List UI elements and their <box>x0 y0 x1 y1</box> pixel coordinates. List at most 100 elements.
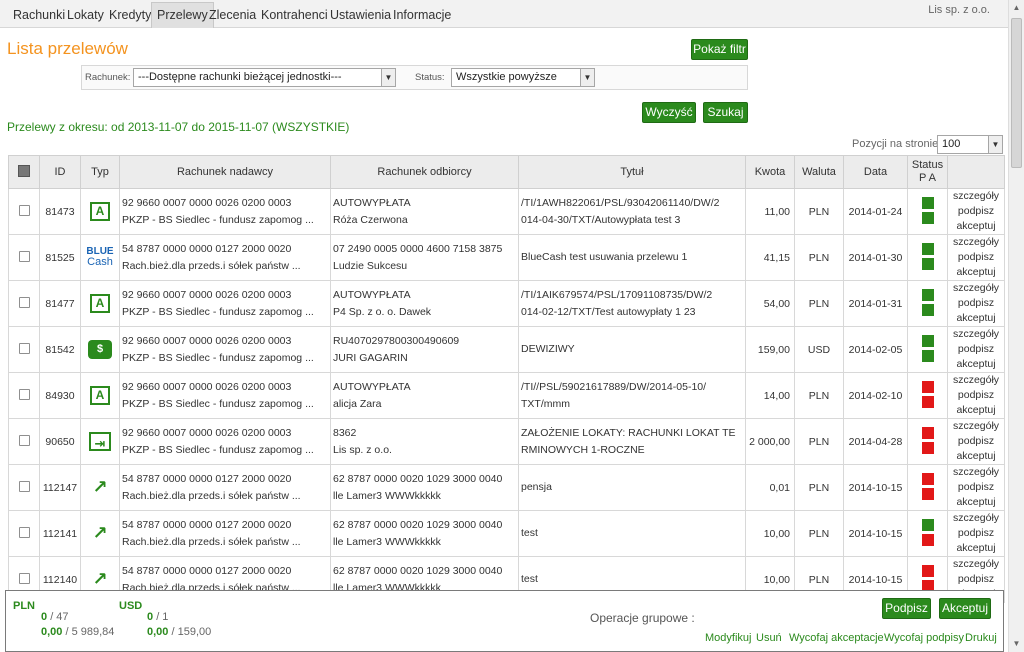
details-link[interactable]: szczegóły <box>953 466 999 478</box>
row-checkbox[interactable] <box>18 250 30 262</box>
details-link[interactable]: szczegóły <box>953 236 999 248</box>
details-link[interactable]: szczegóły <box>953 328 999 340</box>
tab-rachunki[interactable]: Rachunki <box>8 3 70 27</box>
row-checkbox[interactable] <box>18 204 30 216</box>
accept-link[interactable]: akceptuj <box>956 542 995 554</box>
clear-button[interactable]: Wyczyść <box>642 102 696 123</box>
show-filter-button[interactable]: Pokaż filtr <box>691 39 748 60</box>
row-id: 81473 <box>39 188 81 235</box>
sign-link[interactable]: podpisz <box>958 251 994 263</box>
table-row[interactable]: 81525 BLUE Cash 54 8787 0000 0000 0127 2000… <box>8 234 1005 281</box>
header-id[interactable]: ID <box>39 155 81 189</box>
accept-link[interactable]: akceptuj <box>956 358 995 370</box>
header-select-all[interactable] <box>8 155 40 189</box>
sign-link[interactable]: podpisz <box>958 389 994 401</box>
row-select-cell[interactable] <box>8 372 40 419</box>
search-button[interactable]: Szukaj <box>703 102 748 123</box>
tab-zlecenia[interactable]: Zlecenia <box>204 3 261 27</box>
sender-name: PKZP - BS Siedlec - fundusz zapomog ... <box>122 443 314 456</box>
select-all-checkbox[interactable] <box>18 164 30 177</box>
modify-link[interactable]: Modyfikuj <box>705 632 751 644</box>
chevron-down-icon[interactable]: ▼ <box>580 69 594 86</box>
chevron-down-icon[interactable]: ▼ <box>988 136 1002 153</box>
sign-link[interactable]: podpisz <box>958 205 994 217</box>
row-checkbox[interactable] <box>18 342 30 354</box>
sender-account: 92 9660 0007 0000 0026 0200 0003 <box>122 288 292 301</box>
scroll-up-arrow-icon[interactable]: ▲ <box>1009 0 1024 16</box>
chevron-down-icon[interactable]: ▼ <box>381 69 395 86</box>
details-link[interactable]: szczegóły <box>953 374 999 386</box>
row-select-cell[interactable] <box>8 280 40 327</box>
header-type[interactable]: Typ <box>80 155 120 189</box>
delete-link[interactable]: Usuń <box>756 632 782 644</box>
tab-kredyty[interactable]: Kredyty <box>104 3 156 27</box>
sign-link[interactable]: podpisz <box>958 297 994 309</box>
row-receiver: 62 8787 0000 0020 1029 3000 0040 lle Lame… <box>330 464 519 511</box>
details-link[interactable]: szczegóły <box>953 282 999 294</box>
tab-ustawienia[interactable]: Ustawienia <box>325 3 396 27</box>
header-title[interactable]: Tytuł <box>518 155 746 189</box>
table-row[interactable]: 112141 ↗ 54 8787 0000 0000 0127 2000 0020 R… <box>8 510 1005 557</box>
accept-link[interactable]: akceptuj <box>956 220 995 232</box>
header-sender[interactable]: Rachunek nadawcy <box>119 155 331 189</box>
row-date: 2014-02-10 <box>843 372 908 419</box>
header-receiver[interactable]: Rachunek odbiorcy <box>330 155 519 189</box>
header-date[interactable]: Data <box>843 155 908 189</box>
accept-button[interactable]: Akceptuj <box>939 598 991 619</box>
accept-link[interactable]: akceptuj <box>956 496 995 508</box>
tab-kontrahenci[interactable]: Kontrahenci <box>256 3 333 27</box>
scroll-down-arrow-icon[interactable]: ▼ <box>1009 636 1024 652</box>
account-select[interactable]: ---Dostępne rachunki bieżącej jednostki-… <box>133 68 396 87</box>
header-amount[interactable]: Kwota <box>745 155 795 189</box>
table-row[interactable]: 81542 $92 9660 0007 0000 0026 0200 0003 PK… <box>8 326 1005 373</box>
tab-lokaty[interactable]: Lokaty <box>62 3 109 27</box>
row-select-cell[interactable] <box>8 188 40 235</box>
row-checkbox[interactable] <box>18 572 30 584</box>
accept-link[interactable]: akceptuj <box>956 266 995 278</box>
table-row[interactable]: 81473 A 92 9660 0007 0000 0026 0200 0003 PK… <box>8 188 1005 235</box>
row-status <box>907 418 948 465</box>
sign-link[interactable]: podpisz <box>958 343 994 355</box>
table-row[interactable]: 112147 ↗ 54 8787 0000 0000 0127 2000 0020 R… <box>8 464 1005 511</box>
header-currency[interactable]: Waluta <box>794 155 844 189</box>
pln-amount-selected: 0,00 <box>41 626 63 638</box>
details-link[interactable]: szczegóły <box>953 190 999 202</box>
row-checkbox[interactable] <box>18 388 30 400</box>
row-select-cell[interactable] <box>8 326 40 373</box>
row-checkbox[interactable] <box>18 480 30 492</box>
row-actions: szczegóły podpisz akceptuj <box>947 188 1005 235</box>
accept-link[interactable]: akceptuj <box>956 404 995 416</box>
row-currency: PLN <box>794 418 844 465</box>
tab-informacje[interactable]: Informacje <box>388 3 456 27</box>
print-link[interactable]: Drukuj <box>965 632 997 644</box>
withdraw-acceptance-link[interactable]: Wycofaj akceptacje <box>789 632 884 644</box>
details-link[interactable]: szczegóły <box>953 420 999 432</box>
sign-link[interactable]: podpisz <box>958 573 994 585</box>
sign-button[interactable]: Podpisz <box>882 598 931 619</box>
table-row[interactable]: 84930 A 92 9660 0007 0000 0026 0200 0003 PK… <box>8 372 1005 419</box>
accept-link[interactable]: akceptuj <box>956 450 995 462</box>
row-title: /TI//PSL/59021617889/DW/2014-05-10/TXT/m… <box>518 372 746 419</box>
page-scrollbar[interactable]: ▲ ▼ <box>1008 0 1024 652</box>
status-select[interactable]: Wszystkie powyższe ▼ <box>451 68 595 87</box>
table-row[interactable]: 90650 ⇥ 92 9660 0007 0000 0026 0200 0003 PK… <box>8 418 1005 465</box>
row-checkbox[interactable] <box>18 434 30 446</box>
withdraw-signatures-link[interactable]: Wycofaj podpisy <box>884 632 964 644</box>
row-select-cell[interactable] <box>8 418 40 465</box>
details-link[interactable]: szczegóły <box>953 558 999 570</box>
accept-link[interactable]: akceptuj <box>956 312 995 324</box>
pln-amount: 0,00 / 5 989,84 <box>41 626 114 638</box>
scroll-thumb[interactable] <box>1011 18 1022 168</box>
per-page-select[interactable]: 100 ▼ <box>937 135 1003 154</box>
row-checkbox[interactable] <box>18 296 30 308</box>
table-row[interactable]: 81477 A 92 9660 0007 0000 0026 0200 0003 PK… <box>8 280 1005 327</box>
sign-link[interactable]: podpisz <box>958 527 994 539</box>
row-select-cell[interactable] <box>8 464 40 511</box>
details-link[interactable]: szczegóły <box>953 512 999 524</box>
row-select-cell[interactable] <box>8 234 40 281</box>
row-select-cell[interactable] <box>8 510 40 557</box>
row-checkbox[interactable] <box>18 526 30 538</box>
receiver-name: lle Lamer3 WWWkkkkk <box>333 489 441 502</box>
sign-link[interactable]: podpisz <box>958 481 994 493</box>
sign-link[interactable]: podpisz <box>958 435 994 447</box>
